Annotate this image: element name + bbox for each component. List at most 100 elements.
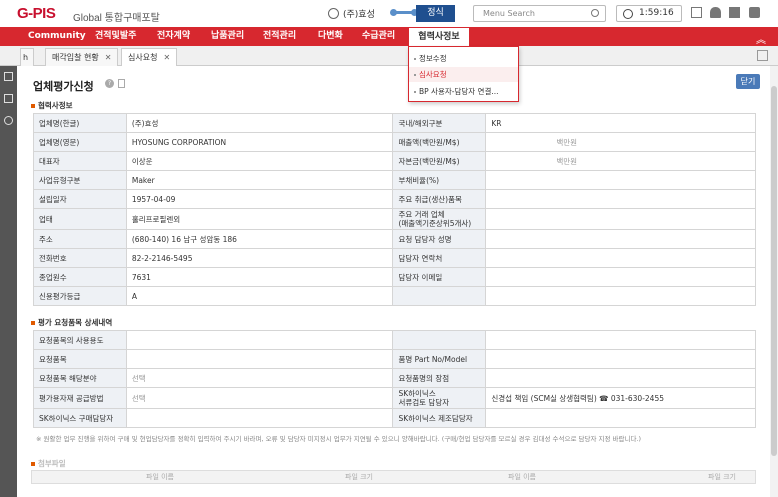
- field-label: SK하이닉스 구매담당자: [33, 408, 127, 428]
- dropdown-item-info-edit[interactable]: 정보수정: [409, 51, 518, 66]
- field-label: 설립일자: [33, 189, 127, 209]
- field-value[interactable]: 선택: [125, 387, 394, 409]
- field-value[interactable]: [125, 330, 394, 350]
- field-label: 대표자: [33, 151, 127, 171]
- field-label: 담당자 연락처: [392, 248, 487, 268]
- field-value[interactable]: [485, 208, 756, 230]
- field-value[interactable]: [485, 408, 756, 428]
- field-value[interactable]: [485, 286, 756, 306]
- field-value[interactable]: [485, 267, 756, 287]
- field-value[interactable]: 백만원: [485, 151, 756, 171]
- field-value[interactable]: [485, 229, 756, 249]
- menu-e-contract[interactable]: 전자계약: [157, 27, 190, 46]
- request-detail-table: 요청품목의 사용용도 요청품목 품명 Part No/Model 요청품목 해당분야 선…: [33, 330, 756, 428]
- tab-review-request[interactable]: 심사요청 ✕: [121, 48, 178, 66]
- menu-partner-info[interactable]: 협력사정보: [408, 27, 470, 46]
- edit-icon[interactable]: [4, 94, 13, 103]
- user-name: (주)효성: [343, 10, 375, 20]
- field-value[interactable]: (주)효성: [125, 113, 394, 133]
- section-title-partner: 협력사정보: [31, 100, 73, 111]
- close-icon[interactable]: ✕: [163, 53, 170, 62]
- field-label: 업태: [33, 208, 127, 230]
- session-timer[interactable]: 1:59:16: [616, 5, 682, 22]
- field-label: 품명 Part No/Model: [392, 349, 487, 369]
- field-value[interactable]: 이상운: [125, 151, 394, 171]
- field-value[interactable]: [485, 170, 756, 190]
- link-icon[interactable]: [4, 116, 13, 125]
- logo[interactable]: G-PIS: [17, 5, 56, 22]
- close-button[interactable]: 닫기: [736, 74, 760, 89]
- tab-list-icon[interactable]: [757, 50, 768, 61]
- field-value[interactable]: 홀리프로필렌외: [125, 208, 394, 230]
- field-value[interactable]: 신경섭 책임 (SCM실 상생협력팀) ☎ 031-630-2455: [485, 387, 756, 409]
- field-value[interactable]: [485, 248, 756, 268]
- tab-label: 심사요청: [128, 53, 158, 62]
- dropdown-item-review-request[interactable]: 심사요청: [409, 67, 518, 82]
- chat-icon[interactable]: [749, 7, 760, 18]
- scrollbar-thumb[interactable]: [771, 86, 777, 456]
- field-value[interactable]: 82-2-2146-5495: [125, 248, 394, 268]
- bell-icon[interactable]: [710, 7, 721, 18]
- table-row: 업체명(한글) (주)효성 국내/해외구분 KR: [33, 113, 756, 133]
- menu-supply[interactable]: 수급관리: [362, 27, 395, 46]
- field-label: 담당자 이메일: [392, 267, 487, 287]
- field-value[interactable]: [485, 368, 756, 388]
- menu-search-input[interactable]: Menu Search: [473, 5, 606, 22]
- left-rail: [0, 46, 17, 497]
- field-value[interactable]: A: [125, 286, 394, 306]
- field-label: 매출액(백만원/M$): [392, 132, 487, 152]
- field-value[interactable]: [485, 349, 756, 369]
- clock-icon: [623, 9, 633, 19]
- field-label: 신용평가등급: [33, 286, 127, 306]
- field-value[interactable]: 백만원: [485, 132, 756, 152]
- dropdown-item-bp-link[interactable]: BP 사용자-담당자 연결...: [409, 84, 518, 99]
- field-value[interactable]: [125, 349, 394, 369]
- field-label: 자본금(백만원/M$): [392, 151, 487, 171]
- table-row: 평가용자재 공급방법 선택 SK하이닉스 서류검토 담당자 신경섭 책임 (SCM실 …: [33, 387, 756, 409]
- field-value[interactable]: HYOSUNG CORPORATION: [125, 132, 394, 152]
- field-value[interactable]: Maker: [125, 170, 394, 190]
- field-label: 업체명(한글): [33, 113, 127, 133]
- user-info[interactable]: (주)효성: [328, 7, 375, 20]
- menu-quote-order[interactable]: 견적및발주: [95, 27, 136, 46]
- scrollbar[interactable]: [770, 66, 778, 497]
- logout-icon[interactable]: [691, 7, 702, 18]
- field-value[interactable]: 1957-04-09: [125, 189, 394, 209]
- table-row: 업태 홀리프로필렌외 주요 거래 업체 (매출액기준상위5개사): [33, 208, 756, 230]
- tab-label: 매각입찰 현황: [52, 53, 99, 62]
- search-placeholder: Menu Search: [483, 9, 535, 18]
- field-label: 요청품목: [33, 349, 127, 369]
- bookmark-icon[interactable]: [118, 79, 125, 88]
- table-row: 요청품목 해당분야 선택 요청품명의 장점: [33, 368, 756, 388]
- table-row: 주소 (680-140) 16 남구 성암동 186 요청 담당자 성명: [33, 229, 756, 249]
- field-value[interactable]: KR: [485, 113, 756, 133]
- page-title: 업체평가신청: [33, 80, 94, 93]
- menu-performance[interactable]: 전적관리: [263, 27, 296, 46]
- field-value[interactable]: 7631: [125, 267, 394, 287]
- menu-delivery[interactable]: 납품관리: [211, 27, 244, 46]
- field-value[interactable]: (680-140) 16 남구 성암동 186: [125, 229, 394, 249]
- logo-subtitle: Global 통합구매포탈: [73, 13, 160, 24]
- table-row: 대표자 이상운 자본금(백만원/M$) 백만원: [33, 151, 756, 171]
- search-icon[interactable]: [591, 9, 599, 17]
- field-label: SK하이닉스 제조담당자: [392, 408, 487, 428]
- mode-switch[interactable]: [390, 9, 418, 16]
- field-value[interactable]: [485, 189, 756, 209]
- official-button[interactable]: 정식: [416, 5, 455, 22]
- tab-auction-status[interactable]: 매각입찰 현황 ✕: [45, 48, 119, 66]
- menu-diversification[interactable]: 다변화: [318, 27, 343, 46]
- field-value[interactable]: 선택: [125, 368, 394, 388]
- section-title-request: 평가 요청품목 상세내역: [31, 317, 112, 328]
- field-label: 요청품목의 사용용도: [33, 330, 127, 350]
- field-value[interactable]: [125, 408, 394, 428]
- close-icon[interactable]: ✕: [105, 53, 112, 62]
- collapse-icon[interactable]: ︽: [756, 31, 766, 46]
- document-icon[interactable]: [4, 72, 13, 81]
- table-row: SK하이닉스 구매담당자 SK하이닉스 제조담당자: [33, 408, 756, 428]
- menu-community[interactable]: Community: [28, 27, 86, 46]
- home-tab-icon[interactable]: h: [20, 48, 34, 66]
- message-icon[interactable]: [729, 7, 740, 18]
- field-label: 사업유형구분: [33, 170, 127, 190]
- help-icon[interactable]: ?: [105, 79, 114, 88]
- field-value[interactable]: [485, 330, 756, 350]
